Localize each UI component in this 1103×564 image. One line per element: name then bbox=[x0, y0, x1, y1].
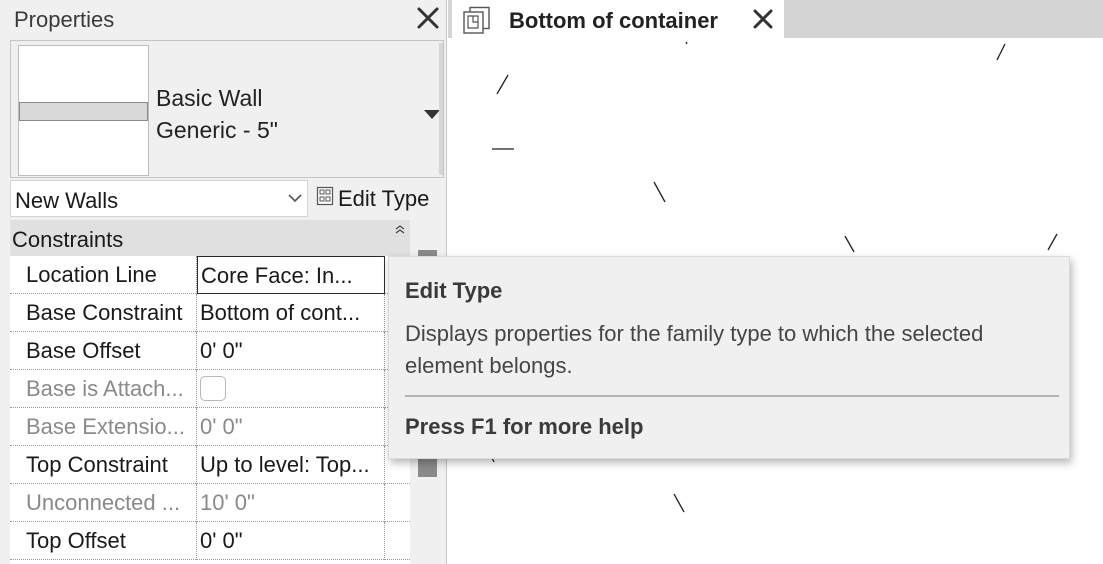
property-name: Unconnected ... bbox=[10, 484, 197, 522]
base-attached-checkbox bbox=[200, 376, 226, 401]
tooltip-help-hint: Press F1 for more help bbox=[405, 414, 644, 439]
close-icon[interactable] bbox=[751, 7, 775, 31]
grid-scrollbar-button[interactable] bbox=[418, 458, 437, 477]
group-header-constraints[interactable]: Constraints bbox=[10, 220, 410, 256]
property-name: Base Offset bbox=[10, 332, 197, 370]
type-selector-scrollbar[interactable] bbox=[439, 43, 443, 175]
table-row: Base Extensio... 0' 0" bbox=[10, 408, 410, 446]
view-tab[interactable]: Bottom of container bbox=[452, 0, 784, 38]
tooltip-description: Displays properties for the family type … bbox=[405, 321, 984, 378]
property-value-field[interactable]: 0' 0" bbox=[197, 522, 385, 560]
table-row[interactable]: Top Offset 0' 0" bbox=[10, 522, 410, 560]
type-selector[interactable]: Basic Wall Generic - 5" bbox=[10, 40, 444, 178]
properties-grid: Constraints Location Line Core Face: In.… bbox=[10, 220, 410, 564]
property-value-field: 0' 0" bbox=[197, 408, 385, 446]
type-name: Generic - 5" bbox=[156, 117, 278, 143]
view-tab-label: Bottom of container bbox=[509, 8, 718, 33]
property-value-field[interactable]: Core Face: In... bbox=[197, 256, 385, 294]
table-row: Base is Attach... bbox=[10, 370, 410, 408]
property-name: Base Extensio... bbox=[10, 408, 197, 446]
type-family-name: Basic Wall bbox=[156, 85, 263, 111]
edit-type-button[interactable]: Edit Type bbox=[314, 182, 431, 215]
property-value-field[interactable]: Up to level: Top... bbox=[197, 446, 385, 484]
table-row[interactable]: Location Line Core Face: In... bbox=[10, 256, 410, 294]
property-value-field: 10' 0" bbox=[197, 484, 385, 522]
property-value-field[interactable]: Bottom of cont... bbox=[197, 294, 385, 332]
edit-type-tooltip: Edit Type Displays properties for the fa… bbox=[388, 256, 1070, 459]
tooltip-title: Edit Type bbox=[405, 278, 503, 303]
table-row[interactable]: Base Offset 0' 0" bbox=[10, 332, 410, 370]
chevron-down-icon bbox=[287, 191, 303, 203]
properties-title: Properties bbox=[14, 7, 115, 32]
wall-preview-icon bbox=[19, 102, 148, 121]
table-row: Unconnected ... 10' 0" bbox=[10, 484, 410, 522]
properties-palette: Properties Basic Wall Generic - 5" New W… bbox=[0, 0, 447, 564]
property-name: Top Offset bbox=[10, 522, 197, 560]
property-value-field bbox=[197, 370, 385, 408]
edit-type-icon bbox=[316, 186, 334, 211]
property-name: Base is Attach... bbox=[10, 370, 197, 408]
instance-filter-dropdown[interactable]: New Walls bbox=[10, 180, 308, 217]
floor-plan-view-icon bbox=[462, 6, 492, 34]
table-row[interactable]: Top Constraint Up to level: Top... bbox=[10, 446, 410, 484]
property-name: Location Line bbox=[10, 256, 197, 294]
instance-filter-value: New Walls bbox=[15, 188, 119, 213]
collapse-caret-icon[interactable] bbox=[394, 222, 406, 234]
close-icon[interactable] bbox=[414, 4, 442, 32]
property-name: Top Constraint bbox=[10, 446, 197, 484]
group-header-label: Constraints bbox=[12, 227, 124, 252]
property-value-field[interactable]: 0' 0" bbox=[197, 332, 385, 370]
property-name: Base Constraint bbox=[10, 294, 197, 332]
edit-type-label: Edit Type bbox=[338, 185, 430, 211]
table-row[interactable]: Base Constraint Bottom of cont... bbox=[10, 294, 410, 332]
type-preview-image bbox=[18, 45, 149, 176]
tooltip-divider bbox=[405, 395, 1059, 397]
